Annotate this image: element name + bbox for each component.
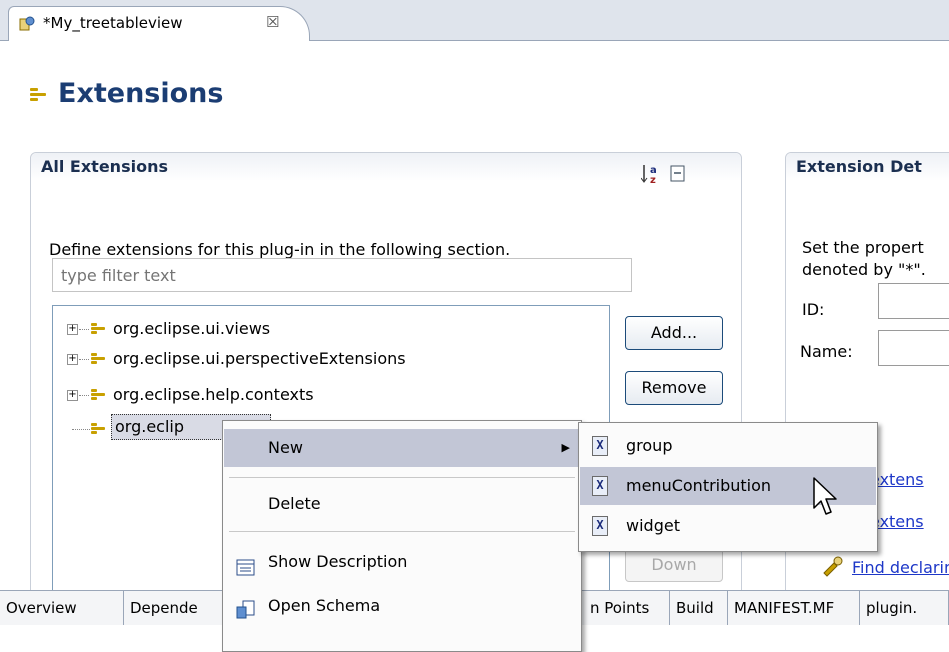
open-schema-icon (236, 596, 256, 619)
section-header: All Extensions (31, 153, 741, 181)
submenu-item-group[interactable]: X group (580, 427, 876, 465)
page-title: Extensions (58, 78, 224, 109)
editor-tab-strip: *My_treetableview ☒ (0, 0, 949, 41)
xml-element-icon: X (592, 476, 608, 496)
id-field[interactable] (878, 283, 949, 319)
menu-separator (229, 531, 575, 532)
name-field[interactable] (878, 330, 949, 366)
tree-item-label: org.eclipse.ui.views (113, 319, 271, 338)
extension-point-icon (91, 387, 109, 403)
context-menu: New ▶ Delete Show Description Open Schem… (222, 420, 582, 652)
find-declaring-link[interactable]: Find declarin (852, 558, 949, 577)
tab-plugin-xml[interactable]: plugin. (860, 591, 949, 625)
section-header: Extension Det (786, 153, 949, 181)
details-link[interactable]: extens (870, 470, 924, 489)
details-link[interactable]: extens (870, 512, 924, 531)
menu-item-new[interactable]: New ▶ (224, 429, 580, 467)
add-button[interactable]: Add... (625, 316, 723, 350)
all-extensions-title: All Extensions (41, 157, 168, 176)
menu-item-label: Delete (268, 494, 321, 513)
menu-item-delete[interactable]: Delete (224, 485, 580, 523)
page-title-row: Extensions (30, 78, 223, 109)
tab-build[interactable]: Build (670, 591, 728, 625)
menu-item-open-schema[interactable]: Open Schema (224, 587, 580, 625)
menu-item-label: New (268, 438, 303, 457)
plugin-manifest-icon (19, 16, 35, 32)
menu-item-show-description[interactable]: Show Description (224, 543, 580, 581)
details-description-line2: denoted by "*". (802, 260, 926, 279)
sort-alphabetically-icon[interactable]: az (640, 163, 663, 186)
mouse-cursor-icon (812, 476, 840, 520)
tree-item-label: org.eclipse.help.contexts (113, 385, 314, 404)
svg-text:z: z (650, 175, 656, 185)
menu-separator (229, 477, 575, 478)
expand-icon[interactable]: + (67, 324, 78, 335)
extension-details-title: Extension Det (796, 157, 922, 176)
extensions-icon (30, 87, 48, 103)
remove-button[interactable]: Remove (625, 371, 723, 405)
editor-tab-title: *My_treetableview (43, 14, 183, 32)
submenu-item-label: menuContribution (626, 476, 772, 495)
filter-input[interactable] (53, 259, 631, 291)
expand-icon[interactable]: + (67, 354, 78, 365)
xml-element-icon: X (592, 516, 608, 536)
xml-element-icon: X (592, 436, 608, 456)
close-tab-icon[interactable]: ☒ (266, 13, 279, 31)
name-label: Name: (800, 342, 853, 361)
expand-icon[interactable]: + (67, 390, 78, 401)
collapse-all-icon[interactable] (669, 165, 687, 183)
filter-field[interactable] (52, 258, 632, 292)
submenu-item-label: widget (626, 516, 680, 535)
submenu-item-label: group (626, 436, 673, 455)
down-button[interactable]: Down (625, 548, 723, 582)
details-description-line1: Set the propert (802, 238, 924, 257)
submenu-arrow-icon: ▶ (561, 441, 570, 454)
menu-item-label: Show Description (268, 552, 408, 571)
tab-extension-points[interactable]: n Points (584, 591, 670, 625)
tab-manifest-mf[interactable]: MANIFEST.MF (728, 591, 860, 625)
tree-item-label: org.eclipse.ui.perspectiveExtensions (113, 349, 406, 368)
tab-dependencies[interactable]: Depende (124, 591, 234, 625)
show-description-icon (236, 553, 256, 576)
all-extensions-description: Define extensions for this plug-in in th… (49, 240, 511, 259)
extension-point-icon (91, 351, 109, 367)
extension-point-icon (91, 421, 109, 437)
id-label: ID: (802, 300, 825, 319)
menu-item-label: Open Schema (268, 596, 381, 615)
find-declaring-icon (822, 555, 844, 577)
editor-tab[interactable]: *My_treetableview ☒ (8, 6, 310, 41)
tab-overview[interactable]: Overview (0, 591, 124, 625)
extension-point-icon (91, 321, 109, 337)
